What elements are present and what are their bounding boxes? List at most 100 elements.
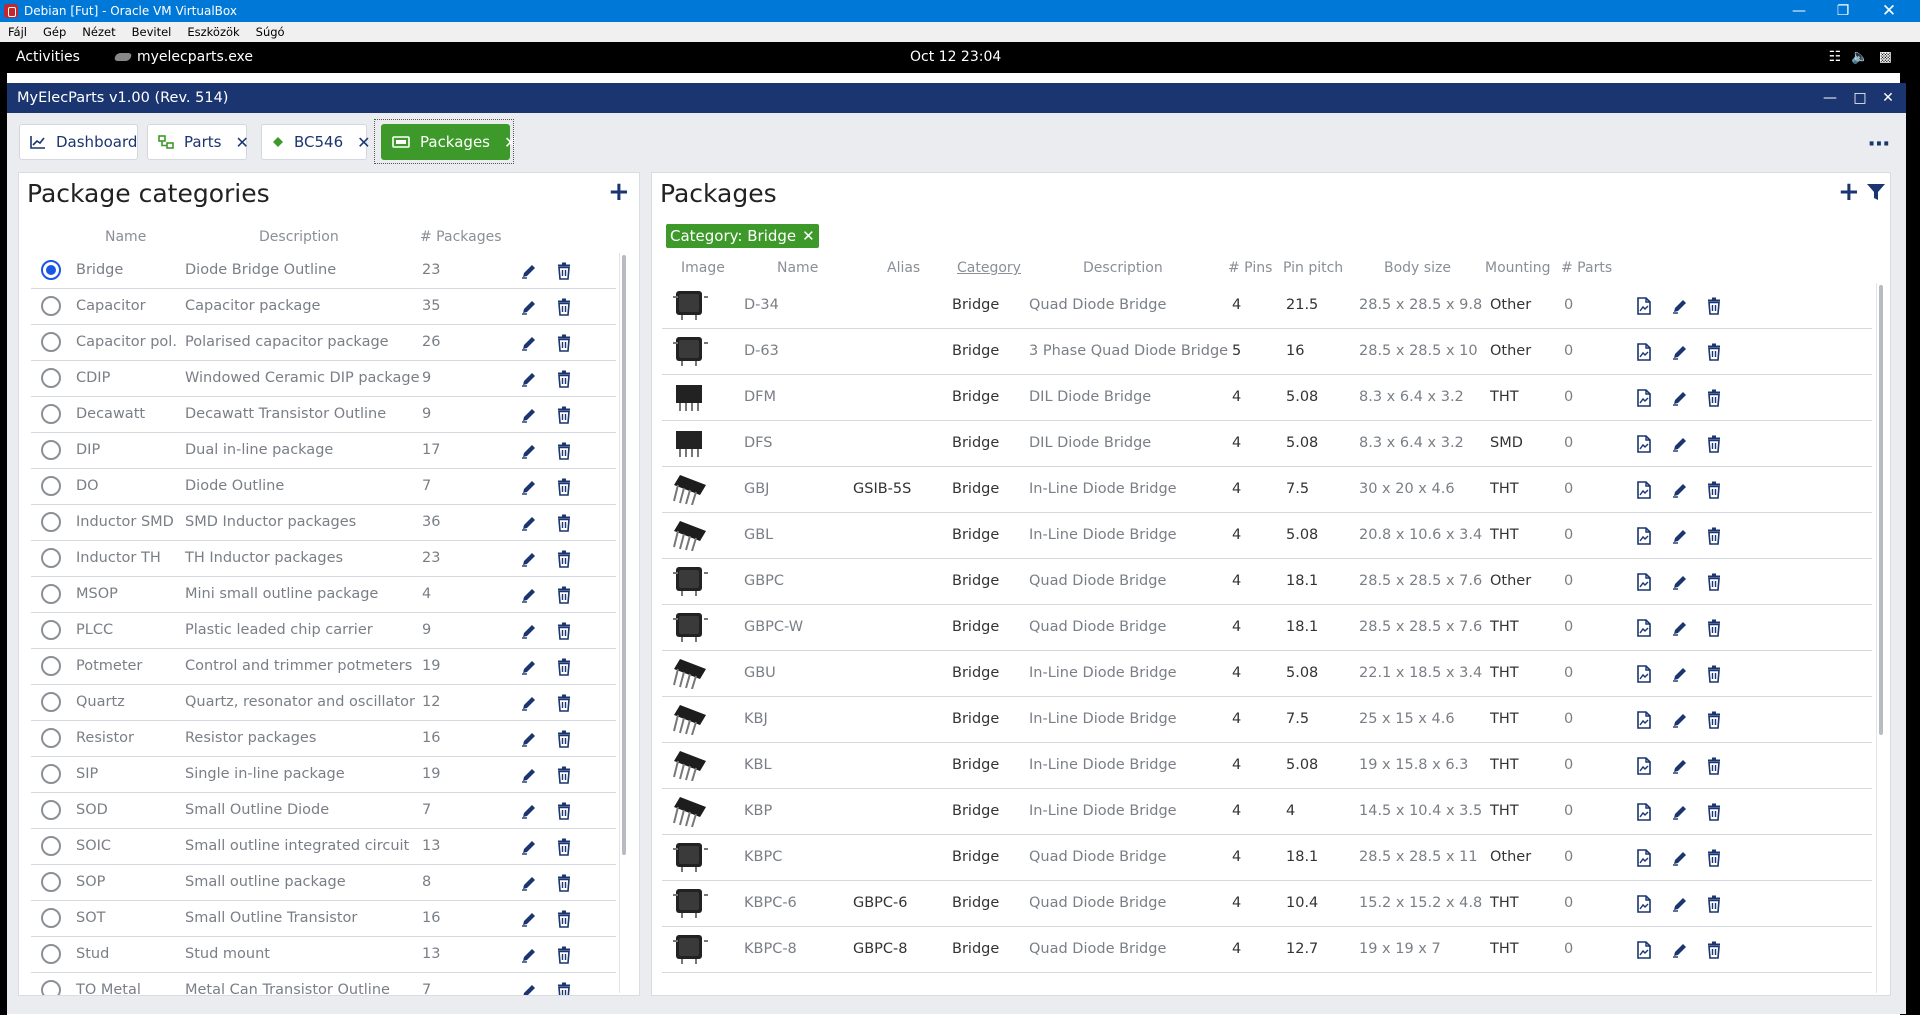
col-header-pitch[interactable]: Pin pitch: [1283, 260, 1343, 276]
system-tray[interactable]: ☷ 🔈 ▩: [1829, 49, 1892, 65]
edit-icon[interactable]: [1671, 573, 1689, 591]
delete-icon[interactable]: [556, 298, 574, 316]
datasheet-icon[interactable]: [1636, 849, 1654, 867]
app-close-icon[interactable]: ✕: [1873, 83, 1903, 113]
col-header-description[interactable]: Description: [1083, 260, 1163, 276]
edit-icon[interactable]: [1671, 343, 1689, 361]
category-row[interactable]: Stud Stud mount 13: [31, 937, 616, 973]
edit-icon[interactable]: [520, 478, 538, 496]
col-header-parts[interactable]: # Parts: [1561, 260, 1612, 276]
datasheet-icon[interactable]: [1636, 665, 1654, 683]
edit-icon[interactable]: [520, 514, 538, 532]
delete-icon[interactable]: [1706, 297, 1724, 315]
tab-parts[interactable]: Parts ✕: [147, 124, 249, 160]
category-radio[interactable]: [41, 836, 61, 856]
category-radio[interactable]: [41, 368, 61, 388]
app-maximize-icon[interactable]: □: [1845, 83, 1875, 113]
edit-icon[interactable]: [1671, 849, 1689, 867]
category-row[interactable]: Capacitor pol. Polarised capacitor packag…: [31, 325, 616, 361]
datasheet-icon[interactable]: [1636, 435, 1654, 453]
edit-icon[interactable]: [520, 982, 538, 995]
delete-icon[interactable]: [556, 838, 574, 856]
delete-icon[interactable]: [1706, 941, 1724, 959]
edit-icon[interactable]: [520, 334, 538, 352]
filter-icon[interactable]: [1866, 183, 1886, 205]
edit-icon[interactable]: [520, 694, 538, 712]
edit-icon[interactable]: [520, 586, 538, 604]
edit-icon[interactable]: [1671, 435, 1689, 453]
delete-icon[interactable]: [1706, 757, 1724, 775]
edit-icon[interactable]: [1671, 803, 1689, 821]
edit-icon[interactable]: [1671, 757, 1689, 775]
col-header-body[interactable]: Body size: [1384, 260, 1451, 276]
datasheet-icon[interactable]: [1636, 619, 1654, 637]
edit-icon[interactable]: [1671, 711, 1689, 729]
delete-icon[interactable]: [556, 370, 574, 388]
menu-item[interactable]: Eszközök: [179, 25, 247, 39]
menu-item[interactable]: Fájl: [0, 25, 35, 39]
category-row[interactable]: MSOP Mini small outline package 4: [31, 577, 616, 613]
edit-icon[interactable]: [1671, 527, 1689, 545]
category-radio[interactable]: [41, 620, 61, 640]
category-radio[interactable]: [41, 656, 61, 676]
delete-icon[interactable]: [556, 622, 574, 640]
delete-icon[interactable]: [1706, 895, 1724, 913]
delete-icon[interactable]: [556, 550, 574, 568]
right-scrollbar[interactable]: [1876, 283, 1886, 993]
app-menu[interactable]: myelecparts.exe: [113, 49, 253, 65]
more-menu-icon[interactable]: ⋯: [1868, 132, 1891, 157]
category-row[interactable]: SOD Small Outline Diode 7: [31, 793, 616, 829]
edit-icon[interactable]: [520, 874, 538, 892]
datasheet-icon[interactable]: [1636, 481, 1654, 499]
datasheet-icon[interactable]: [1636, 941, 1654, 959]
edit-icon[interactable]: [520, 550, 538, 568]
package-row[interactable]: D-34 Bridge Quad Diode Bridge 4 21.5 28.5 x 2…: [662, 283, 1872, 329]
category-row[interactable]: Inductor SMD SMD Inductor packages 36: [31, 505, 616, 541]
category-row[interactable]: SOP Small outline package 8: [31, 865, 616, 901]
restore-icon[interactable]: ❐: [1820, 0, 1866, 22]
activities-button[interactable]: Activities: [16, 49, 80, 65]
category-row[interactable]: SOT Small Outline Transistor 16: [31, 901, 616, 937]
edit-icon[interactable]: [520, 730, 538, 748]
category-row[interactable]: Capacitor Capacitor package 35: [31, 289, 616, 325]
delete-icon[interactable]: [1706, 573, 1724, 591]
menu-item[interactable]: Bevitel: [124, 25, 180, 39]
chip-remove-icon[interactable]: ✕: [802, 227, 815, 245]
datasheet-icon[interactable]: [1636, 573, 1654, 591]
delete-icon[interactable]: [556, 658, 574, 676]
edit-icon[interactable]: [520, 406, 538, 424]
app-minimize-icon[interactable]: —: [1815, 83, 1845, 113]
package-row[interactable]: DFS Bridge DIL Diode Bridge 4 5.08 8.3 x 6.4 …: [662, 421, 1872, 467]
package-row[interactable]: GBPC-W Bridge Quad Diode Bridge 4 18.1 28.5 x…: [662, 605, 1872, 651]
close-icon[interactable]: ✕: [1866, 0, 1912, 22]
package-row[interactable]: KBJ Bridge In-Line Diode Bridge 4 7.5 25 x 15…: [662, 697, 1872, 743]
category-radio[interactable]: [41, 584, 61, 604]
add-package-icon[interactable]: +: [1838, 177, 1860, 207]
package-row[interactable]: KBP Bridge In-Line Diode Bridge 4 4 14.5 x 10…: [662, 789, 1872, 835]
category-row[interactable]: DIP Dual in-line package 17: [31, 433, 616, 469]
category-radio[interactable]: [41, 440, 61, 460]
scroll-thumb[interactable]: [1879, 285, 1883, 735]
col-header-name[interactable]: Name: [105, 229, 146, 245]
delete-icon[interactable]: [1706, 803, 1724, 821]
delete-icon[interactable]: [556, 406, 574, 424]
category-row[interactable]: SIP Single in-line package 19: [31, 757, 616, 793]
add-category-icon[interactable]: +: [608, 177, 630, 207]
scroll-thumb[interactable]: [622, 255, 626, 855]
category-row[interactable]: Bridge Diode Bridge Outline 23: [31, 253, 616, 289]
category-row[interactable]: Decawatt Decawatt Transistor Outline 9: [31, 397, 616, 433]
package-row[interactable]: KBL Bridge In-Line Diode Bridge 4 5.08 19 x 1…: [662, 743, 1872, 789]
edit-icon[interactable]: [520, 442, 538, 460]
datasheet-icon[interactable]: [1636, 389, 1654, 407]
category-radio[interactable]: [41, 548, 61, 568]
package-row[interactable]: KBPC Bridge Quad Diode Bridge 4 18.1 28.5 x 2…: [662, 835, 1872, 881]
package-row[interactable]: GBU Bridge In-Line Diode Bridge 4 5.08 22.1 x…: [662, 651, 1872, 697]
col-header-description[interactable]: Description: [259, 229, 339, 245]
category-row[interactable]: Resistor Resistor packages 16: [31, 721, 616, 757]
clock[interactable]: Oct 12 23:04: [910, 49, 1001, 65]
category-radio[interactable]: [41, 260, 61, 280]
delete-icon[interactable]: [556, 910, 574, 928]
category-radio[interactable]: [41, 512, 61, 532]
delete-icon[interactable]: [556, 874, 574, 892]
delete-icon[interactable]: [1706, 389, 1724, 407]
